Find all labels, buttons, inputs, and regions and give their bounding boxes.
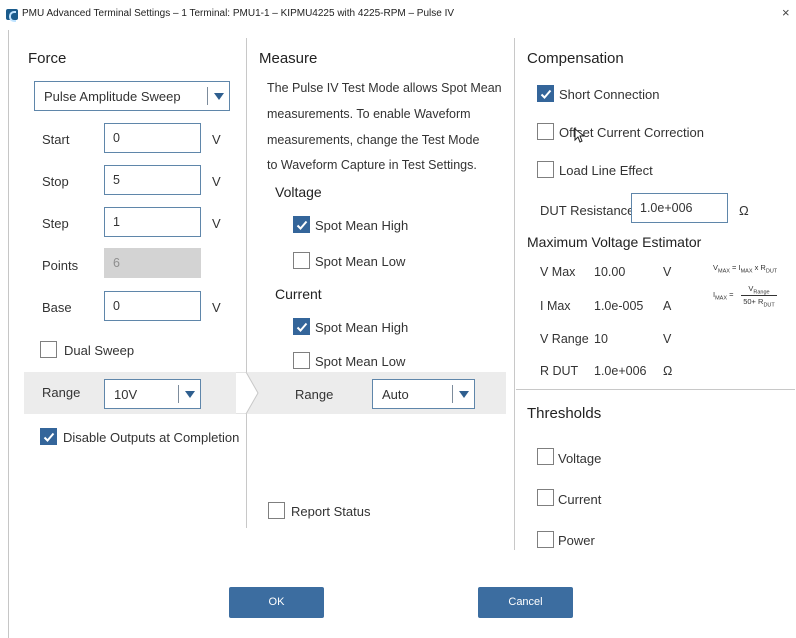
dut-resistance-unit: Ω xyxy=(739,203,749,218)
stop-input[interactable]: 5 xyxy=(104,165,201,195)
vmax-unit: V xyxy=(663,265,672,279)
short-connection-label: Short Connection xyxy=(559,87,660,102)
load-line-label: Load Line Effect xyxy=(559,163,653,178)
estimator-heading: Maximum Voltage Estimator xyxy=(527,234,702,250)
load-line-checkbox[interactable] xyxy=(537,161,554,178)
stop-unit: V xyxy=(212,174,221,189)
check-icon xyxy=(296,220,308,230)
rdut-unit: Ω xyxy=(663,364,673,378)
cancel-button[interactable]: Cancel xyxy=(478,587,573,618)
stop-label: Stop xyxy=(42,174,69,189)
rdut-value: 1.0e+006 xyxy=(594,364,647,378)
thresholds-separator xyxy=(516,389,795,390)
current-heading: Current xyxy=(275,286,322,302)
check-icon xyxy=(43,432,55,442)
force-measure-divider-top xyxy=(246,38,247,372)
info-line-4: to Waveform Capture in Test Settings. xyxy=(267,158,477,172)
check-icon xyxy=(540,89,552,99)
voltage-spot-mean-low-label: Spot Mean Low xyxy=(315,254,406,269)
fraction-bar xyxy=(741,295,777,296)
imax-formula: IMAX = xyxy=(713,290,734,302)
start-label: Start xyxy=(42,132,70,147)
vmax-value: 10.00 xyxy=(594,265,626,279)
base-unit: V xyxy=(212,300,221,315)
measure-comp-divider xyxy=(514,38,515,550)
threshold-voltage-checkbox[interactable] xyxy=(537,448,554,465)
start-unit: V xyxy=(212,132,221,147)
force-range-value: 10V xyxy=(114,387,138,402)
imax-formula-numerator: VRange xyxy=(748,284,770,296)
chevron-down-icon xyxy=(459,391,469,398)
compensation-heading: Compensation xyxy=(527,50,624,67)
points-label: Points xyxy=(42,258,79,273)
info-line-2: measurements. To enable Waveform xyxy=(267,107,471,121)
current-spot-mean-high-label: Spot Mean High xyxy=(315,320,409,335)
step-label: Step xyxy=(42,216,69,231)
close-icon[interactable]: × xyxy=(782,5,790,20)
imax-unit: A xyxy=(663,299,672,313)
chevron-down-icon xyxy=(185,391,195,398)
step-unit: V xyxy=(212,216,221,231)
current-spot-mean-low-label: Spot Mean Low xyxy=(315,354,406,369)
vmax-formula: VMAX = IMAX x RDUT xyxy=(713,263,778,275)
voltage-spot-mean-low-checkbox[interactable] xyxy=(293,252,310,269)
imax-value: 1.0e-005 xyxy=(594,299,644,313)
force-range-dropdown[interactable]: 10V xyxy=(104,379,201,409)
vrange-label: V Range xyxy=(540,332,589,346)
info-line-1: The Pulse IV Test Mode allows Spot Mean xyxy=(267,81,502,95)
threshold-power-label: Power xyxy=(558,533,595,548)
base-label: Base xyxy=(42,300,72,315)
report-status-label: Report Status xyxy=(291,504,371,519)
measure-range-dropdown[interactable]: Auto xyxy=(372,379,475,409)
threshold-power-checkbox[interactable] xyxy=(537,531,554,548)
disable-outputs-checkbox[interactable] xyxy=(40,428,57,445)
vrange-value: 10 xyxy=(594,332,608,346)
info-line-3: measurements, change the Test Mode xyxy=(267,133,480,147)
base-input[interactable]: 0 xyxy=(104,291,201,321)
force-measure-divider-bottom xyxy=(246,414,247,528)
measure-range-value: Auto xyxy=(382,387,409,402)
thresholds-heading: Thresholds xyxy=(527,405,602,422)
window-title: PMU Advanced Terminal Settings – 1 Termi… xyxy=(22,8,455,19)
current-spot-mean-high-checkbox[interactable] xyxy=(293,318,310,335)
dual-sweep-label: Dual Sweep xyxy=(64,343,135,358)
measure-heading: Measure xyxy=(259,50,318,67)
start-input[interactable]: 0 xyxy=(104,123,201,153)
disable-outputs-label: Disable Outputs at Completion xyxy=(63,430,240,445)
ok-button[interactable]: OK xyxy=(229,587,324,618)
app-icon xyxy=(6,9,18,22)
imax-label: I Max xyxy=(540,299,571,313)
check-icon xyxy=(296,322,308,332)
vrange-unit: V xyxy=(663,332,672,346)
force-heading: Force xyxy=(28,50,67,67)
sweep-type-dropdown[interactable]: Pulse Amplitude Sweep xyxy=(34,81,230,111)
threshold-voltage-label: Voltage xyxy=(558,451,602,466)
chevron-down-icon xyxy=(214,93,224,100)
rdut-label: R DUT xyxy=(540,364,579,378)
mouse-cursor-icon xyxy=(574,128,584,143)
imax-formula-denominator: 50+ RDUT xyxy=(743,297,775,309)
report-status-checkbox[interactable] xyxy=(268,502,285,519)
force-range-label: Range xyxy=(42,385,81,400)
offset-current-checkbox[interactable] xyxy=(537,123,554,140)
step-input[interactable]: 1 xyxy=(104,207,201,237)
points-input: 6 xyxy=(104,248,201,278)
dual-sweep-checkbox[interactable] xyxy=(40,341,57,358)
vmax-label: V Max xyxy=(540,265,576,279)
voltage-spot-mean-high-checkbox[interactable] xyxy=(293,216,310,233)
current-spot-mean-low-checkbox[interactable] xyxy=(293,352,310,369)
dut-resistance-label: DUT Resistance xyxy=(540,203,635,218)
voltage-heading: Voltage xyxy=(275,184,322,200)
voltage-spot-mean-high-label: Spot Mean High xyxy=(315,218,409,233)
measure-range-label: Range xyxy=(295,387,334,402)
threshold-current-label: Current xyxy=(558,492,602,507)
sweep-type-value: Pulse Amplitude Sweep xyxy=(44,89,181,104)
short-connection-checkbox[interactable] xyxy=(537,85,554,102)
threshold-current-checkbox[interactable] xyxy=(537,489,554,506)
dut-resistance-input[interactable]: 1.0e+006 xyxy=(631,193,728,223)
